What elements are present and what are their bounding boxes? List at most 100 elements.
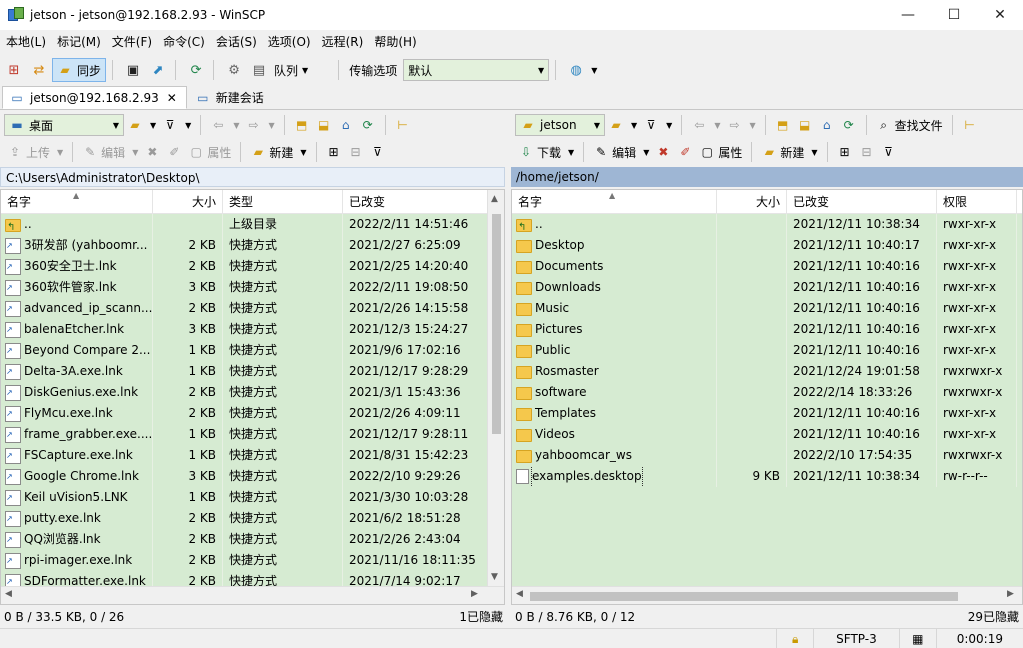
right-forward-button[interactable]: ⇨ ▼ bbox=[723, 114, 758, 136]
right-parent-dir-button[interactable]: ⬒ bbox=[772, 114, 794, 136]
encryption-status[interactable]: 🔒︎ bbox=[776, 628, 813, 648]
right-filter-button[interactable]: ⊽ ▼ bbox=[640, 114, 675, 136]
local-file-row[interactable]: 360安全卫士.lnk 2 KB快捷方式2021/2/25 14:20:40 bbox=[1, 256, 504, 277]
local-file-row[interactable]: 360软件管家.lnk 3 KB快捷方式2022/2/11 19:08:50 bbox=[1, 277, 504, 298]
left-back-button[interactable]: ⇦ ▼ bbox=[207, 114, 242, 136]
find-files-button[interactable]: ⌕ 查找文件 bbox=[873, 114, 946, 136]
remote-file-row[interactable]: Downloads 2021/12/11 10:40:16 rwxr-xr-x bbox=[512, 277, 1022, 298]
col-size[interactable]: 大小 bbox=[717, 190, 787, 214]
scroll-left-icon[interactable]: ◀ bbox=[516, 589, 523, 599]
left-parent-dir-button[interactable]: ⬒ bbox=[291, 114, 313, 136]
putty-icon[interactable]: ⬈ bbox=[147, 59, 169, 81]
local-file-row[interactable]: Keil uVision5.LNK 1 KB快捷方式2021/3/30 10:03… bbox=[1, 487, 504, 508]
local-file-row[interactable]: 3研发部 (yahboomr... 2 KB快捷方式2021/2/27 6:25:… bbox=[1, 235, 504, 256]
local-file-row[interactable]: putty.exe.lnk 2 KB快捷方式2021/6/2 18:51:28 bbox=[1, 508, 504, 529]
right-rename-button[interactable]: ✐ bbox=[674, 141, 696, 163]
local-file-row[interactable]: Beyond Compare 2...1 KB快捷方式2021/9/6 17:0… bbox=[1, 340, 504, 361]
connection-status[interactable]: ▦ bbox=[898, 628, 936, 648]
col-name[interactable]: 名字 ▲ bbox=[1, 190, 153, 214]
upload-button[interactable]: ⇪ 上传 ▼ bbox=[4, 141, 66, 163]
remote-file-row[interactable]: examples.desktop 9 KB 2021/12/11 10:38:34 r… bbox=[512, 466, 1022, 487]
scroll-right-icon[interactable]: ▶ bbox=[471, 589, 478, 599]
left-tree-button[interactable]: ⊢ bbox=[392, 114, 414, 136]
right-root-dir-button[interactable]: ⬓ bbox=[794, 114, 816, 136]
close-button[interactable]: ✕ bbox=[977, 0, 1023, 30]
queue-icon[interactable]: ▤ bbox=[248, 59, 270, 81]
left-forward-button[interactable]: ⇨ ▼ bbox=[242, 114, 277, 136]
local-hidden-count[interactable]: 1已隐藏 bbox=[459, 607, 503, 627]
left-filter-select-button[interactable]: ⊽ bbox=[367, 141, 389, 163]
right-edit-button[interactable]: ✎ 编辑 ▼ bbox=[590, 141, 652, 163]
left-rename-button[interactable]: ✐ bbox=[163, 141, 185, 163]
local-file-row[interactable]: balenaEtcher.lnk 3 KB快捷方式2021/12/3 15:24:… bbox=[1, 319, 504, 340]
col-type[interactable]: 类型 bbox=[223, 190, 343, 214]
local-file-row[interactable]: advanced_ip_scann...2 KB快捷方式2021/2/26 14… bbox=[1, 298, 504, 319]
menu-local[interactable]: 本地(L) bbox=[0, 30, 51, 54]
left-filter-button[interactable]: ⊽ ▼ bbox=[159, 114, 194, 136]
right-back-button[interactable]: ⇦ ▼ bbox=[688, 114, 723, 136]
preferences-gear-icon[interactable]: ⚙ bbox=[223, 59, 245, 81]
local-file-row[interactable]: Delta-3A.exe.lnk 1 KB快捷方式2021/12/17 9:28:… bbox=[1, 361, 504, 382]
local-scroll-thumb[interactable] bbox=[492, 214, 501, 434]
menu-mark[interactable]: 标记(M) bbox=[51, 30, 106, 54]
right-path-bar[interactable]: /home/jetson/ bbox=[511, 167, 1023, 187]
remote-horizontal-scrollbar[interactable]: ◀ ▶ bbox=[512, 586, 1022, 604]
right-location-select[interactable]: ▰ jetson ▼ bbox=[515, 114, 605, 136]
right-filter-select-button[interactable]: ⊽ bbox=[878, 141, 900, 163]
right-tree-button[interactable]: ⊢ bbox=[959, 114, 981, 136]
right-delete-button[interactable]: ✖ bbox=[652, 141, 674, 163]
left-unselect-button[interactable]: ⊟ bbox=[345, 141, 367, 163]
local-file-list[interactable]: 名字▲ 大小 类型 已改变 ..上级目录2022/2/11 14:51:463研… bbox=[0, 189, 505, 605]
right-select-all-button[interactable]: ⊞ bbox=[834, 141, 856, 163]
local-file-row[interactable]: FSCapture.exe.lnk 1 KB快捷方式2021/8/31 15:42… bbox=[1, 445, 504, 466]
remote-file-row[interactable]: Videos 2021/12/11 10:40:16 rwxr-xr-x bbox=[512, 424, 1022, 445]
refresh-session-icon[interactable]: ⟳ bbox=[185, 59, 207, 81]
scroll-right-icon[interactable]: ▶ bbox=[1007, 589, 1014, 599]
left-path-bar[interactable]: C:\Users\Administrator\Desktop\ bbox=[0, 167, 505, 187]
transfer-options-select[interactable]: 默认 ▼ bbox=[403, 59, 550, 81]
right-properties-button[interactable]: ▢ 属性 bbox=[696, 141, 745, 163]
left-home-button[interactable]: ⌂ bbox=[335, 114, 357, 136]
left-root-dir-button[interactable]: ⬓ bbox=[313, 114, 335, 136]
menu-help[interactable]: 帮助(H) bbox=[368, 30, 421, 54]
left-new-button[interactable]: ▰ 新建 ▼ bbox=[247, 141, 309, 163]
col-name[interactable]: 名字 ▲ bbox=[512, 190, 717, 214]
remote-scroll-thumb[interactable] bbox=[530, 592, 958, 601]
minimize-button[interactable]: — bbox=[885, 0, 931, 30]
remote-file-row[interactable]: Music 2021/12/11 10:40:16 rwxr-xr-x bbox=[512, 298, 1022, 319]
scroll-up-icon[interactable]: ▲ bbox=[491, 194, 498, 204]
menu-options[interactable]: 选项(O) bbox=[262, 30, 316, 54]
local-file-row[interactable]: Google Chrome.lnk 3 KB快捷方式2022/2/10 9:29:… bbox=[1, 466, 504, 487]
local-file-row[interactable]: frame_grabber.exe....1 KB快捷方式2021/12/17 … bbox=[1, 424, 504, 445]
local-file-row[interactable]: .. 上级目录2022/2/11 14:51:46 bbox=[1, 214, 504, 235]
remote-file-row[interactable]: Documents 2021/12/11 10:40:16 rwxr-xr-x bbox=[512, 256, 1022, 277]
left-properties-button[interactable]: ▢ 属性 bbox=[185, 141, 234, 163]
menu-session[interactable]: 会话(S) bbox=[210, 30, 262, 54]
compare-dirs-icon[interactable]: ⊞ bbox=[3, 59, 25, 81]
col-modified[interactable]: 已改变 bbox=[343, 190, 488, 214]
queue-dropdown-icon[interactable]: ▼ bbox=[302, 66, 308, 75]
maximize-button[interactable]: ☐ bbox=[931, 0, 977, 30]
left-location-select[interactable]: ▬ 桌面 ▼ bbox=[4, 114, 124, 136]
left-refresh-button[interactable]: ⟳ bbox=[357, 114, 379, 136]
tab-new-session[interactable]: ▭ 新建会话 bbox=[189, 86, 270, 109]
remote-file-row[interactable]: Desktop 2021/12/11 10:40:17 rwxr-xr-x bbox=[512, 235, 1022, 256]
chevron-down-icon[interactable]: ▼ bbox=[591, 66, 597, 75]
remote-file-row[interactable]: yahboomcar_ws 2022/2/10 17:54:35 rwxrwxr-x bbox=[512, 445, 1022, 466]
tab-session-jetson[interactable]: ▭ jetson@192.168.2.93 ✕ bbox=[2, 86, 187, 109]
close-tab-icon[interactable]: ✕ bbox=[164, 90, 180, 106]
menu-files[interactable]: 文件(F) bbox=[106, 30, 157, 54]
left-open-folder-button[interactable]: ▰ ▼ bbox=[124, 114, 159, 136]
menu-commands[interactable]: 命令(C) bbox=[157, 30, 210, 54]
remote-file-row[interactable]: Rosmaster 2021/12/24 19:01:58 rwxrwxr-x bbox=[512, 361, 1022, 382]
local-file-row[interactable]: rpi-imager.exe.lnk 2 KB快捷方式2021/11/16 18:… bbox=[1, 550, 504, 571]
scroll-left-icon[interactable]: ◀ bbox=[5, 589, 12, 599]
queue-label[interactable]: 队列 bbox=[274, 62, 298, 79]
terminal-icon[interactable]: ▣ bbox=[122, 59, 144, 81]
col-rights[interactable]: 权限 bbox=[937, 190, 1017, 214]
remote-file-row[interactable]: software 2022/2/14 18:33:26 rwxrwxr-x bbox=[512, 382, 1022, 403]
local-file-row[interactable]: QQ浏览器.lnk 2 KB快捷方式2021/2/26 2:43:04 bbox=[1, 529, 504, 550]
right-unselect-button[interactable]: ⊟ bbox=[856, 141, 878, 163]
right-open-folder-button[interactable]: ▰ ▼ bbox=[605, 114, 640, 136]
local-file-row[interactable]: FlyMcu.exe.lnk 2 KB快捷方式2021/2/26 4:09:11 bbox=[1, 403, 504, 424]
